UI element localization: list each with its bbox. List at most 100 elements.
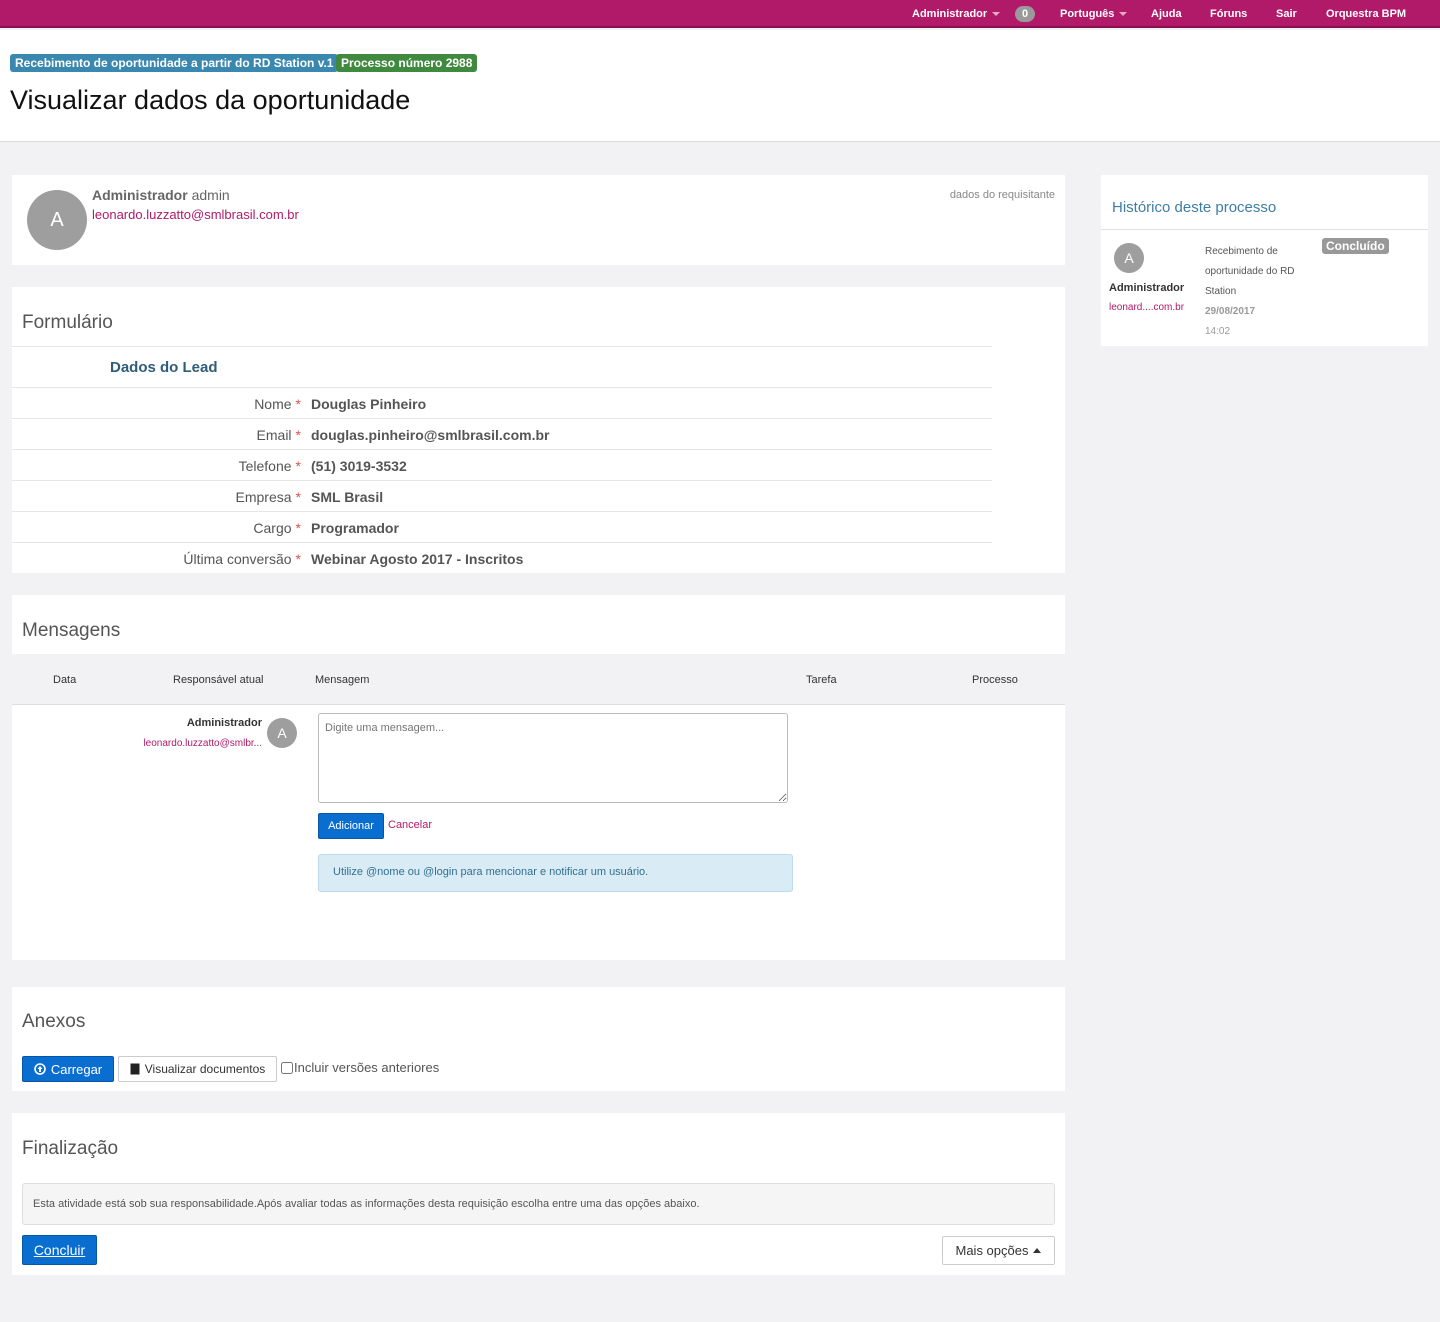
process-label: Recebimento de oportunidade a partir do … (10, 54, 339, 72)
history-task-line: Recebimento de (1205, 246, 1278, 257)
user-menu-label: Administrador (912, 8, 988, 20)
brand-link[interactable]: Orquestra BPM (1326, 0, 1406, 28)
form-subtitle: Dados do Lead (110, 359, 218, 376)
form-field-label-text: Empresa (235, 489, 292, 505)
language-menu[interactable]: Português (1060, 0, 1128, 28)
finalization-title: Finalização (22, 1138, 119, 1159)
required-marker: * (295, 489, 301, 505)
user-menu[interactable]: Administrador (912, 0, 1001, 28)
form-field-value: douglas.pinheiro@smlbrasil.com.br (311, 427, 550, 443)
column-header-message: Mensagem (315, 674, 370, 686)
column-header-date: Data (53, 674, 77, 686)
include-versions-label: Incluir versões anteriores (294, 1060, 440, 1075)
cancel-message-link[interactable]: Cancelar (388, 819, 432, 831)
finalization-notice: Esta atividade está sob sua responsabili… (22, 1183, 1055, 1225)
form-field-label-text: Cargo (253, 520, 292, 536)
form-field-label: Última conversão * (183, 551, 301, 567)
form-field-label-text: Nome (254, 396, 292, 412)
form-field-value: SML Brasil (311, 489, 384, 505)
form-field-row: Telefone * (51) 3019-3532 (12, 449, 992, 480)
form-field-label: Telefone * (239, 458, 301, 474)
history-status-badge: Concluído (1322, 238, 1389, 254)
attachments-title: Anexos (22, 1011, 86, 1032)
mention-hint-alert: Utilize @nome ou @login para mencionar e… (318, 854, 793, 892)
include-versions-checkbox[interactable] (281, 1061, 293, 1074)
form-field-value: Webinar Agosto 2017 - Inscritos (311, 551, 524, 567)
form-card: Formulário Dados do Lead Nome * Douglas Pi… (12, 287, 1065, 573)
form-field-label-text: Última conversão (183, 551, 292, 567)
history-user-email[interactable]: leonard....com.br (1109, 302, 1184, 313)
caret-up-icon (1033, 1248, 1042, 1253)
page-header: Recebimento de oportunidade a partir do … (0, 30, 1440, 142)
view-documents-button-label: Visualizar documentos (144, 1062, 266, 1076)
add-message-button[interactable]: Adicionar (318, 813, 384, 839)
chevron-down-icon (1119, 12, 1128, 16)
more-options-button-label: Mais opções (955, 1243, 1029, 1258)
view-documents-button[interactable]: Visualizar documentos (118, 1056, 277, 1082)
requester-avatar: A (27, 190, 87, 250)
requester-caption: dados do requisitante (949, 189, 1055, 201)
required-marker: * (295, 427, 301, 443)
forums-link[interactable]: Fóruns (1210, 0, 1247, 28)
form-field-value: Douglas Pinheiro (311, 396, 427, 412)
requester-name-line: Administrador admin (92, 187, 230, 203)
history-task: Recebimento de oportunidade do RD Statio… (1205, 242, 1295, 342)
help-link[interactable]: Ajuda (1151, 0, 1182, 28)
message-input[interactable] (318, 713, 788, 803)
form-field-value: (51) 3019-3532 (311, 458, 407, 474)
form-field-row: Empresa * SML Brasil (12, 480, 992, 511)
requester-card: A Administrador admin leonardo.luzzatto@… (12, 175, 1065, 265)
message-author-email[interactable]: leonardo.luzzatto@smlbr... (143, 738, 262, 749)
message-author-name: Administrador (186, 717, 262, 729)
upload-button[interactable]: Carregar (22, 1056, 114, 1082)
history-time: 14:02 (1205, 326, 1231, 337)
required-marker: * (295, 458, 301, 474)
required-marker: * (295, 520, 301, 536)
include-versions-option[interactable]: Incluir versões anteriores (281, 1060, 439, 1075)
message-author-avatar: A (267, 718, 297, 748)
notifications-count-badge: 0 (1015, 6, 1036, 22)
upload-icon (34, 1063, 46, 1075)
column-header-process: Processo (972, 674, 1018, 686)
document-icon (130, 1063, 140, 1075)
messages-table-header: Data Responsável atual Mensagem Tarefa P… (12, 654, 1065, 705)
process-number-label: Processo número 2988 (336, 54, 478, 72)
finalization-card: Finalização Esta atividade está sob sua … (12, 1113, 1065, 1275)
history-user: Administrador (1109, 282, 1185, 294)
logout-link[interactable]: Sair (1276, 0, 1297, 28)
messages-title: Mensagens (22, 620, 121, 641)
history-avatar: A (1114, 243, 1144, 273)
required-marker: * (295, 396, 301, 412)
page-title: Visualizar dados da oportunidade (10, 85, 411, 115)
form-title: Formulário (22, 312, 113, 333)
chevron-down-icon (992, 12, 1001, 16)
form-field-row: Cargo * Programador (12, 511, 992, 542)
form-field-label: Email * (257, 427, 301, 443)
messages-card: Mensagens Data Responsável atual Mensage… (12, 595, 1065, 960)
history-title: Histórico deste processo (1112, 199, 1277, 216)
history-date: 29/08/2017 (1205, 306, 1256, 317)
language-menu-label: Português (1060, 8, 1115, 20)
form-field-row: Última conversão * Webinar Agosto 2017 - I… (12, 542, 992, 573)
notifications-button[interactable]: 0 (1015, 0, 1036, 28)
required-marker: * (295, 551, 301, 567)
history-task-line: Station (1205, 286, 1237, 297)
form-field-label: Cargo * (253, 520, 301, 536)
conclude-button[interactable]: Concluir (22, 1235, 97, 1265)
form-field-label: Nome * (254, 396, 301, 412)
requester-login: admin (191, 187, 230, 203)
requester-email-link[interactable]: leonardo.luzzatto@smlbrasil.com.br (92, 207, 299, 222)
history-task-line: oportunidade do RD (1205, 266, 1295, 277)
upload-button-label: Carregar (50, 1061, 103, 1077)
form-field-value: Programador (311, 520, 399, 536)
form-subtitle-row: Dados do Lead (12, 346, 992, 387)
column-header-task: Tarefa (806, 674, 837, 686)
history-divider (1101, 229, 1428, 230)
form-field-label: Empresa * (236, 489, 301, 505)
requester-name: Administrador (92, 187, 188, 203)
form-field-label-text: Telefone (238, 458, 292, 474)
more-options-button[interactable]: Mais opções (942, 1236, 1055, 1265)
attachments-card: Anexos Carregar Visualizar documentos In… (12, 987, 1065, 1091)
top-navbar: Administrador 0 Português Ajuda Fóruns S… (0, 0, 1440, 28)
form-field-row: Nome * Douglas Pinheiro (12, 387, 992, 418)
